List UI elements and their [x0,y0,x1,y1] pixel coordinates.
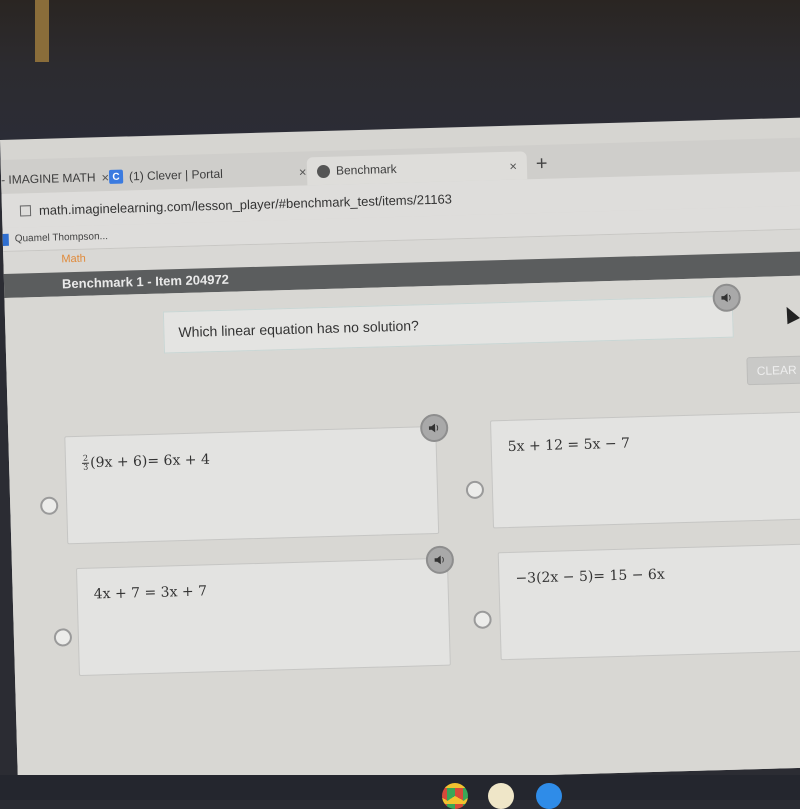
choice-equation: 4x + 7 = 3x + 7 [93,583,208,603]
tab-imagine-math[interactable]: - IMAGINE MATH × [1,163,110,194]
url-text[interactable]: math.imaginelearning.com/lesson_player/#… [39,191,452,218]
google-classroom-icon[interactable] [488,783,514,809]
choice-equation: 5x + 12 = 5x − 7 [507,435,631,455]
speaker-icon [721,293,731,303]
chrome-icon[interactable] [442,783,468,809]
speaker-icon [434,555,444,565]
clever-icon: C [108,169,124,184]
question-content: Which linear equation has no solution? C… [4,275,800,790]
choice-b[interactable]: 5x + 12 = 5x − 7 [490,410,800,529]
choice-c-radio[interactable] [53,628,73,647]
choice-d[interactable]: −3(2x − 5)= 15 − 6x [497,541,800,661]
page-info-icon[interactable] [19,204,32,216]
close-tab-icon[interactable]: × [509,158,517,173]
subject-label[interactable]: Math [61,253,86,266]
fraction: 2 3 [81,454,90,472]
choice-a-audio-button[interactable] [419,413,449,443]
fraction-denominator: 3 [83,462,89,472]
choice-equation: −3(2x − 5)= 15 − 6x [515,566,665,587]
choice-b-radio[interactable] [465,480,485,500]
question-prompt: Which linear equation has no solution? [162,295,734,354]
choice-equation: (9x + 6)= 6x + 4 [89,451,211,472]
speaker-icon [428,423,439,433]
tab-label: - IMAGINE MATH [0,170,96,187]
zoom-icon[interactable] [536,783,562,809]
os-shelf [0,775,800,800]
question-text: Which linear equation has no solution? [178,317,420,341]
choice-d-radio[interactable] [473,610,492,629]
item-title: Benchmark 1 - Item 204972 [61,271,230,292]
bookmark-icon [2,233,9,246]
choice-c-audio-button[interactable] [425,545,455,575]
tab-label: Benchmark [335,161,397,178]
question-audio-button[interactable] [712,283,742,313]
browser-window: - IMAGINE MATH × C (1) Clever | Portal ×… [0,117,800,790]
choice-a[interactable]: 2 3 (9x + 6)= 6x + 4 [64,425,440,545]
globe-icon [316,164,331,178]
clear-button[interactable]: CLEAR [746,355,800,386]
close-tab-icon[interactable]: × [299,164,307,179]
bookmark-item[interactable]: Quamel Thompson... [15,231,108,245]
tab-label: (1) Clever | Portal [128,166,224,184]
choice-c[interactable]: 4x + 7 = 3x + 7 [75,557,451,677]
choice-a-radio[interactable] [39,496,59,516]
new-tab-button[interactable]: + [536,153,548,176]
mouse-cursor-icon [780,303,800,325]
background-object [35,0,49,62]
